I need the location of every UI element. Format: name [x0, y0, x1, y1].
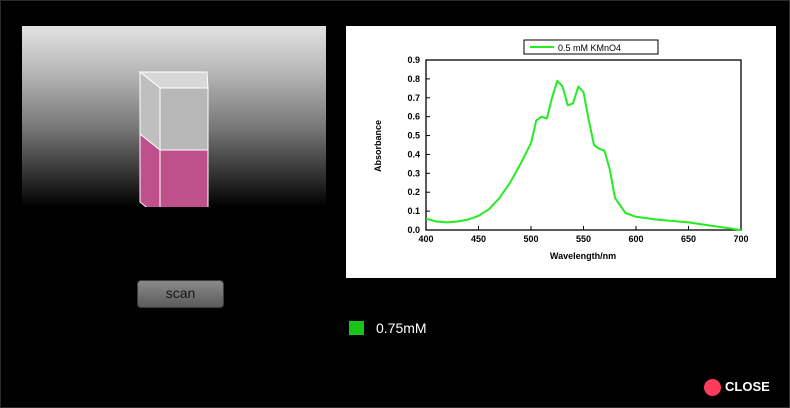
x-tick-label: 500	[523, 234, 538, 244]
chart-legend-label: 0.5 mM KMnO4	[558, 43, 621, 53]
y-tick-label: 0.6	[407, 112, 420, 122]
y-tick-label: 0.3	[407, 168, 420, 178]
x-tick-label: 600	[628, 234, 643, 244]
plot-frame	[425, 59, 742, 231]
x-tick-label: 700	[733, 234, 748, 244]
sample-view-panel	[22, 26, 326, 207]
series-line	[425, 79, 742, 231]
x-tick-label: 650	[681, 234, 696, 244]
close-icon	[704, 379, 721, 396]
series-layer	[425, 79, 742, 231]
y-tick-label: 0.1	[407, 206, 420, 216]
concentration-label: 0.75mM	[376, 320, 427, 336]
close-label: CLOSE	[725, 379, 770, 394]
y-tick-label: 0.9	[407, 55, 420, 65]
scan-button[interactable]: scan	[137, 280, 224, 308]
cuvette-graphic	[138, 70, 209, 207]
absorbance-chart: 0.5 mM KMnO4 0.00.10.20.30.40.50.60.70.8…	[373, 39, 749, 261]
y-tick-label: 0.7	[407, 93, 420, 103]
chart-legend: 0.5 mM KMnO4	[523, 39, 659, 55]
y-tick-label: 0.2	[407, 187, 420, 197]
x-axis-label: Wavelength/nm	[550, 251, 616, 261]
cuvette-front-empty	[159, 87, 209, 151]
y-tick-label: 0.8	[407, 74, 420, 84]
concentration-swatch	[349, 321, 364, 335]
y-tick-label: 0.5	[407, 131, 420, 141]
y-axis-label: Absorbance	[373, 120, 383, 172]
x-tick-label: 550	[576, 234, 591, 244]
x-tick-label: 400	[418, 234, 433, 244]
sample-liquid	[159, 149, 209, 207]
y-tick-label: 0.4	[407, 149, 420, 159]
x-tick-label: 450	[471, 234, 486, 244]
absorbance-chart-panel: 0.5 mM KMnO4 0.0 0.1 0.2 0.3 0.4 0.5 0.6 0.7 0.8…	[346, 26, 776, 278]
x-axis: 400 450 500 550 600 650 700	[418, 226, 749, 244]
